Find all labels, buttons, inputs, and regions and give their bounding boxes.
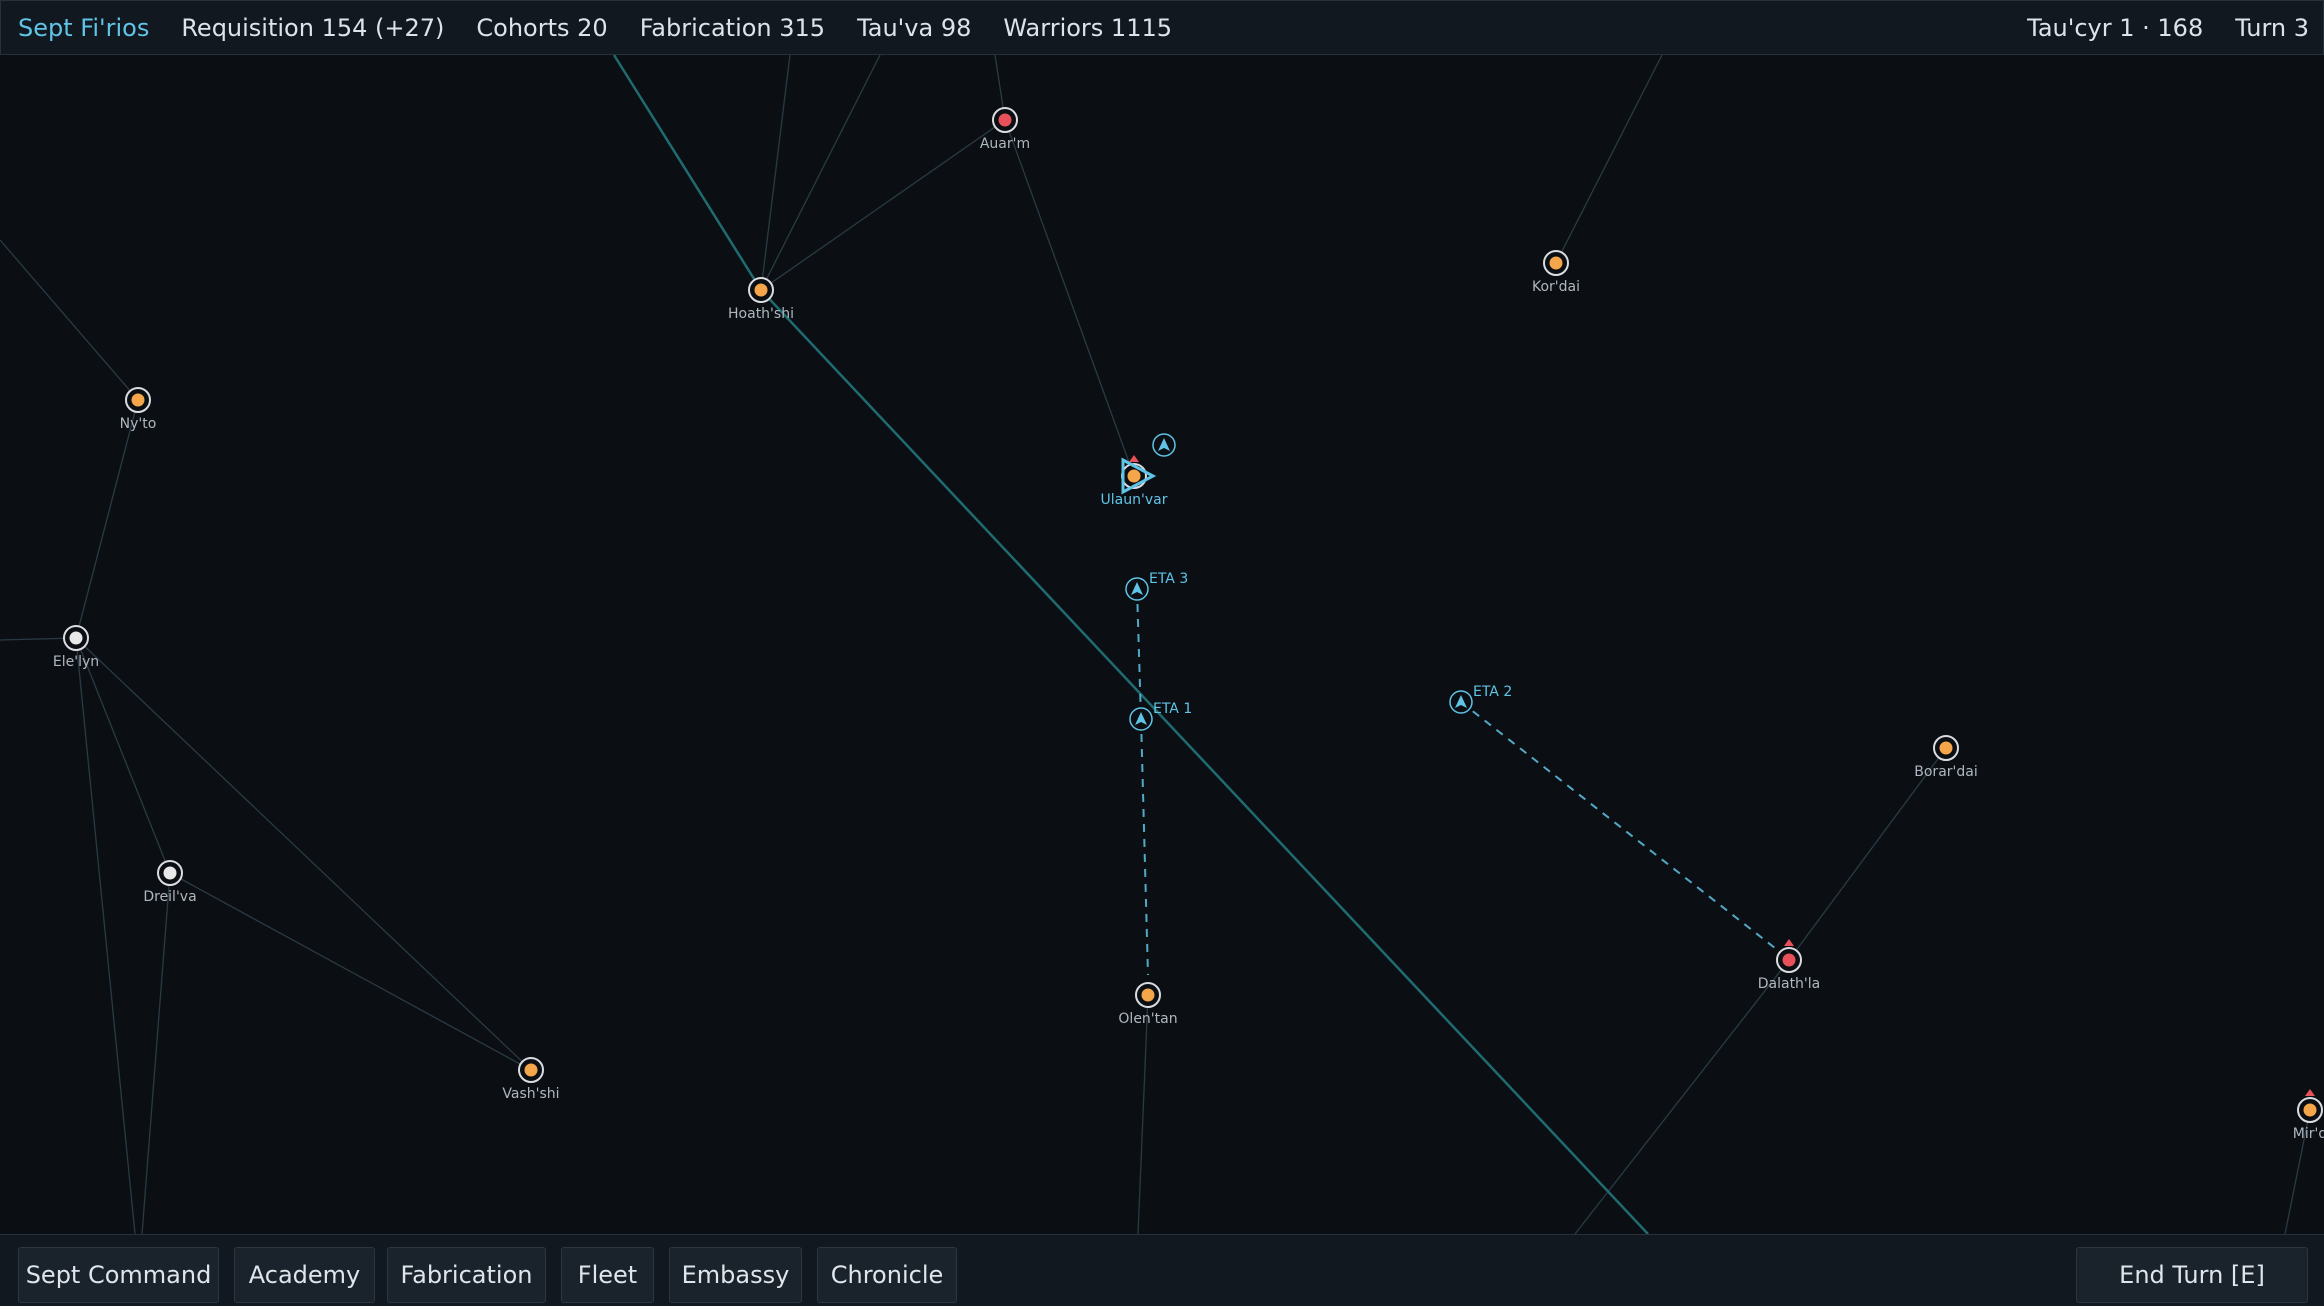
main-hyperlane — [760, 289, 1649, 1235]
system-label: Ulaun'var — [1101, 492, 1168, 508]
threat-indicator-icon — [1129, 455, 1139, 462]
star-system[interactable]: Ulaun'var — [1101, 455, 1168, 508]
hyperlane — [1004, 119, 1135, 477]
system-label: Kor'dai — [1532, 279, 1580, 295]
fleet-eta-label: ETA 2 — [1473, 684, 1512, 700]
sept-command-button[interactable]: Sept Command — [18, 1247, 219, 1303]
fleet-route — [1140, 718, 1149, 976]
system-star — [754, 283, 768, 297]
fabrication-button[interactable]: Fabrication — [387, 1247, 546, 1303]
hyperlane — [1555, 54, 1663, 264]
system-star — [2303, 1103, 2317, 1117]
fleet-marker[interactable] — [1152, 433, 1176, 457]
star-system[interactable]: Hoath'shi — [728, 277, 794, 322]
hyperlane — [1137, 994, 1149, 1235]
system-star — [524, 1063, 538, 1077]
fleet-route — [1460, 701, 1781, 953]
command-bar: Sept Command Academy Fabrication Fleet E… — [0, 1234, 2324, 1306]
cohorts-counter: Cohorts 20 — [476, 13, 608, 42]
star-system[interactable]: Mir'd — [2293, 1089, 2324, 1142]
system-star — [69, 631, 83, 645]
star-system[interactable]: Dalath'la — [1758, 939, 1821, 992]
hyperlane — [75, 637, 171, 874]
fleet-routes — [1136, 588, 1781, 976]
star-system[interactable]: Borar'dai — [1914, 735, 1978, 780]
system-star — [998, 113, 1012, 127]
star-system[interactable]: Auar'm — [980, 107, 1030, 152]
star-system[interactable]: Ele'lyn — [53, 625, 99, 670]
system-star — [1549, 256, 1563, 270]
star-system[interactable]: Ny'to — [120, 387, 157, 432]
tauva-counter: Tau'va 98 — [857, 13, 972, 42]
system-star — [131, 393, 145, 407]
hyperlane — [0, 239, 139, 401]
system-label: Hoath'shi — [728, 306, 794, 322]
hyperlane — [169, 872, 532, 1071]
system-label: Olen'tan — [1118, 1011, 1177, 1027]
hyperlane — [141, 872, 171, 1235]
hyperlane — [75, 637, 136, 1235]
system-label: Dreil'va — [143, 889, 196, 905]
main-hyperlane — [612, 54, 763, 291]
turn-counter: Turn 3 — [2235, 13, 2309, 42]
date-display: Tau'cyr 1 · 168 — [2027, 13, 2204, 42]
fleet-button[interactable]: Fleet — [561, 1247, 654, 1303]
fleet-route — [1136, 588, 1142, 720]
hyperlane — [75, 399, 139, 639]
academy-button[interactable]: Academy — [234, 1247, 375, 1303]
threat-indicator-icon — [1784, 939, 1794, 946]
star-systems[interactable]: Auar'm Hoath'shi Kor'dai Ny'to Ulaun'var Ele'… — [53, 107, 2324, 1142]
fleet-marker[interactable]: ETA 3 — [1125, 571, 1188, 601]
system-label: Dalath'la — [1758, 976, 1821, 992]
fleet-marker[interactable]: ETA 2 — [1449, 684, 1512, 714]
star-system[interactable]: Kor'dai — [1532, 250, 1580, 295]
system-label: Auar'm — [980, 136, 1030, 152]
system-star — [1141, 988, 1155, 1002]
hyperlane — [1574, 959, 1790, 1235]
system-label: Vash'shi — [502, 1086, 559, 1102]
fleet-eta-label: ETA 3 — [1149, 571, 1188, 587]
fabrication-counter: Fabrication 315 — [639, 13, 826, 42]
galaxy-map[interactable]: Auar'm Hoath'shi Kor'dai Ny'to Ulaun'var Ele'… — [0, 0, 2324, 1306]
system-star — [1127, 469, 1141, 483]
fleet-marker[interactable]: ETA 1 — [1129, 701, 1192, 731]
sept-name[interactable]: Sept Fi'rios — [18, 14, 149, 42]
system-label: Ele'lyn — [53, 654, 99, 670]
fleet-eta-label: ETA 1 — [1153, 701, 1192, 717]
system-label: Ny'to — [120, 416, 157, 432]
resource-bar: Sept Fi'rios Requisition 154 (+27) Cohor… — [0, 0, 2324, 55]
chronicle-button[interactable]: Chronicle — [817, 1247, 957, 1303]
system-label: Borar'dai — [1914, 764, 1977, 780]
threat-indicator-icon — [2305, 1089, 2315, 1096]
hyperlane — [760, 119, 1006, 291]
end-turn-button[interactable]: End Turn [E] — [2076, 1247, 2308, 1303]
star-system[interactable]: Olen'tan — [1118, 982, 1178, 1027]
hyperlanes — [0, 54, 2311, 1235]
requisition-counter: Requisition 154 (+27) — [181, 13, 445, 42]
hyperlane — [760, 54, 791, 291]
fleets[interactable]: ETA 3 ETA 1 ETA 2 — [1125, 433, 1512, 731]
star-system[interactable]: Vash'shi — [502, 1057, 560, 1102]
system-star — [163, 866, 177, 880]
system-label: Mir'd — [2293, 1126, 2324, 1142]
system-star — [1939, 741, 1953, 755]
hyperlane — [760, 54, 881, 291]
embassy-button[interactable]: Embassy — [669, 1247, 802, 1303]
warriors-counter: Warriors 1115 — [1003, 13, 1173, 42]
system-star — [1782, 953, 1796, 967]
hyperlane — [75, 637, 532, 1071]
